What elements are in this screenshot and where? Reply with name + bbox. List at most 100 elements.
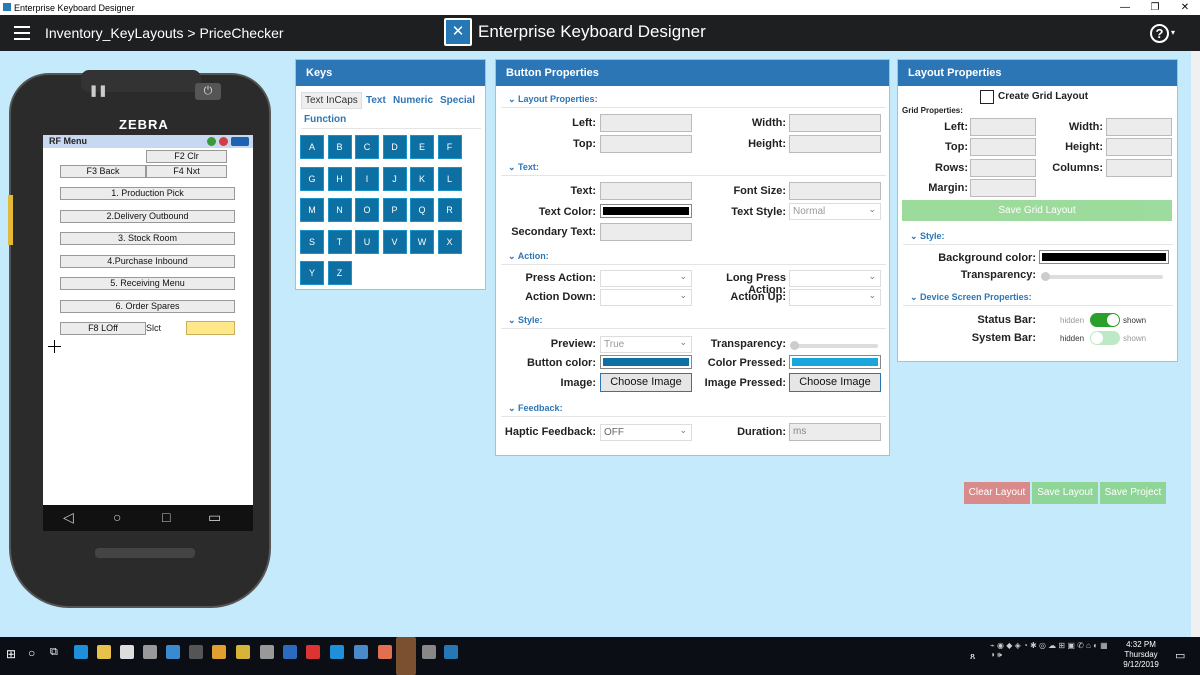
key-g[interactable]: G bbox=[300, 166, 324, 191]
button-color-swatch[interactable] bbox=[600, 355, 692, 369]
key-y[interactable]: Y bbox=[300, 261, 324, 285]
width-field[interactable] bbox=[789, 114, 881, 132]
app-icon-11[interactable] bbox=[306, 645, 320, 659]
app-icon-5[interactable] bbox=[166, 645, 180, 659]
f8-loff-button[interactable]: F8 LOff bbox=[60, 322, 146, 335]
action-up-select[interactable] bbox=[789, 288, 881, 306]
key-m[interactable]: M bbox=[300, 198, 324, 222]
cmd-icon[interactable] bbox=[189, 645, 203, 659]
preview-select[interactable]: True bbox=[600, 335, 692, 353]
active-app-icon[interactable] bbox=[396, 637, 416, 675]
height-field[interactable] bbox=[789, 135, 881, 153]
key-s[interactable]: S bbox=[300, 229, 324, 254]
tab-special[interactable]: Special bbox=[440, 95, 475, 106]
app-icon-13[interactable] bbox=[354, 645, 368, 659]
key-k[interactable]: K bbox=[410, 166, 434, 191]
section-device-screen[interactable]: Device Screen Properties: bbox=[910, 292, 1032, 303]
secondary-text-field[interactable] bbox=[600, 223, 692, 241]
tab-text-incaps[interactable]: Text InCaps bbox=[301, 92, 362, 109]
slct-input[interactable] bbox=[186, 321, 235, 335]
grid-top-field[interactable] bbox=[970, 138, 1036, 156]
windows-start-icon[interactable]: ⊞ bbox=[6, 647, 16, 661]
app-icon-14[interactable] bbox=[378, 645, 392, 659]
duration-field[interactable]: ms bbox=[789, 423, 881, 441]
menu-item-receiving-menu[interactable]: 5. Receiving Menu bbox=[60, 277, 235, 290]
app-icon-16[interactable] bbox=[422, 645, 436, 659]
key-z[interactable]: Z bbox=[327, 261, 352, 285]
key-q[interactable]: Q bbox=[410, 198, 434, 222]
section-layout-style[interactable]: Style: bbox=[910, 231, 945, 242]
key-h[interactable]: H bbox=[327, 166, 352, 191]
section-action[interactable]: Action: bbox=[508, 251, 549, 262]
app-icon-8[interactable] bbox=[236, 645, 250, 659]
key-l[interactable]: L bbox=[437, 166, 462, 191]
app-icon-9[interactable] bbox=[260, 645, 274, 659]
recents-icon[interactable]: □ bbox=[162, 509, 170, 525]
transparency-slider[interactable] bbox=[790, 341, 878, 350]
close-button[interactable]: ✕ bbox=[1170, 0, 1200, 15]
key-d[interactable]: D bbox=[382, 135, 407, 159]
search-icon[interactable]: ○ bbox=[28, 646, 35, 660]
tab-numeric[interactable]: Numeric bbox=[393, 95, 433, 106]
back-icon[interactable]: ◁ bbox=[63, 509, 74, 526]
outlook-icon[interactable] bbox=[283, 645, 297, 659]
edge-icon[interactable] bbox=[74, 645, 88, 659]
choose-image-button[interactable]: Choose Image bbox=[600, 373, 692, 392]
action-down-select[interactable] bbox=[600, 288, 692, 306]
grid-width-field[interactable] bbox=[1106, 118, 1172, 136]
keyboard-designer-taskbar-icon[interactable] bbox=[444, 645, 458, 659]
left-field[interactable] bbox=[600, 114, 692, 132]
key-x[interactable]: X bbox=[437, 229, 462, 254]
system-tray-icons[interactable]: ⌁ ◉ ◆ ◈ ◔ ✱ ◎ ☁ ⊞ ▣ ✆ ⌂ ◐ ▦ ◑ 🕪 bbox=[990, 641, 1110, 671]
status-bar-toggle[interactable] bbox=[1090, 313, 1120, 327]
text-color-swatch[interactable] bbox=[600, 204, 692, 218]
key-b[interactable]: B bbox=[327, 135, 352, 159]
section-layout-properties[interactable]: Layout Properties: bbox=[508, 94, 598, 105]
ie-icon[interactable] bbox=[330, 645, 344, 659]
maximize-button[interactable]: ❐ bbox=[1140, 0, 1170, 15]
section-style[interactable]: Style: bbox=[508, 315, 543, 326]
key-w[interactable]: W bbox=[410, 229, 434, 254]
layout-transparency-slider[interactable] bbox=[1041, 272, 1163, 281]
menu-item-stock-room[interactable]: 3. Stock Room bbox=[60, 232, 235, 245]
grid-rows-field[interactable] bbox=[970, 159, 1036, 177]
text-style-select[interactable]: Normal bbox=[789, 202, 881, 220]
key-e[interactable]: E bbox=[410, 135, 434, 159]
minimize-button[interactable]: — bbox=[1110, 0, 1140, 15]
f4-nxt-button[interactable]: F4 Nxt bbox=[146, 165, 227, 178]
hamburger-menu-icon[interactable] bbox=[14, 26, 30, 40]
menu-item-delivery-outbound[interactable]: 2.Delivery Outbound bbox=[60, 210, 235, 223]
f3-back-button[interactable]: F3 Back bbox=[60, 165, 146, 178]
haptic-feedback-select[interactable]: OFF bbox=[600, 423, 692, 441]
menu-item-purchase-inbound[interactable]: 4.Purchase Inbound bbox=[60, 255, 235, 268]
key-v[interactable]: V bbox=[382, 229, 407, 254]
save-project-button[interactable]: Save Project bbox=[1100, 482, 1166, 504]
press-action-select[interactable] bbox=[600, 269, 692, 287]
app-icon-4[interactable] bbox=[143, 645, 157, 659]
grid-columns-field[interactable] bbox=[1106, 159, 1172, 177]
file-explorer-icon[interactable] bbox=[97, 645, 111, 659]
key-j[interactable]: J bbox=[382, 166, 407, 191]
menu-item-order-spares[interactable]: 6. Order Spares bbox=[60, 300, 235, 313]
color-pressed-swatch[interactable] bbox=[789, 355, 881, 369]
key-t[interactable]: T bbox=[327, 229, 352, 254]
chrome-icon[interactable] bbox=[212, 645, 226, 659]
people-icon[interactable]: ጸ bbox=[970, 651, 975, 662]
top-field[interactable] bbox=[600, 135, 692, 153]
tab-text[interactable]: Text bbox=[366, 95, 386, 106]
choose-image-pressed-button[interactable]: Choose Image bbox=[789, 373, 881, 392]
device-screen[interactable]: RF Menu F2 Clr F3 Back F4 Nxt 1. Product… bbox=[43, 135, 253, 505]
key-c[interactable]: C bbox=[355, 135, 379, 159]
store-icon[interactable] bbox=[120, 645, 134, 659]
key-p[interactable]: P bbox=[382, 198, 407, 222]
help-icon[interactable]: ? bbox=[1150, 24, 1169, 43]
grid-left-field[interactable] bbox=[970, 118, 1036, 136]
section-feedback[interactable]: Feedback: bbox=[508, 403, 563, 414]
keyboard-icon[interactable]: ▭ bbox=[208, 509, 221, 526]
key-o[interactable]: O bbox=[355, 198, 379, 222]
key-a[interactable]: A bbox=[300, 135, 324, 159]
system-bar-toggle[interactable] bbox=[1090, 331, 1120, 345]
tab-function[interactable]: Function bbox=[304, 114, 346, 125]
create-grid-checkbox[interactable] bbox=[980, 90, 994, 104]
background-color-swatch[interactable] bbox=[1039, 250, 1169, 264]
